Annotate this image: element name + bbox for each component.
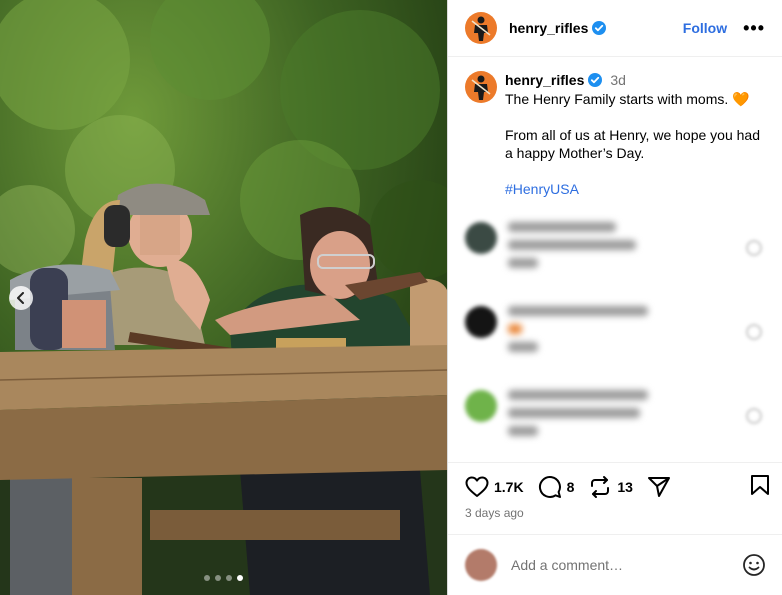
comment-blurred-text (508, 390, 648, 444)
hashtag-link[interactable]: #HenryUSA (505, 180, 770, 198)
comment-blurred-text (508, 222, 636, 276)
share-button[interactable] (647, 475, 671, 499)
repost-count: 13 (617, 479, 633, 495)
list-item (465, 218, 770, 302)
caption-time: 3d (610, 72, 626, 88)
chevron-left-icon (17, 292, 24, 304)
post-header: henry_rifles Follow ••• (448, 0, 782, 57)
caption-username[interactable]: henry_rifles (505, 71, 584, 89)
save-button[interactable] (750, 474, 770, 501)
carousel-dot (215, 575, 221, 581)
verified-badge-icon (592, 21, 607, 35)
post-timestamp[interactable]: 3 days ago (465, 506, 524, 520)
comment-input[interactable] (511, 557, 721, 573)
comment-bubble-icon (538, 476, 561, 498)
comment-like-icon[interactable] (746, 324, 762, 340)
caption-avatar[interactable] (465, 71, 497, 103)
carousel-dot (204, 575, 210, 581)
heart-icon (465, 476, 489, 497)
caption-line-1: The Henry Family starts with moms. 🧡 (505, 91, 750, 107)
list-item (465, 302, 770, 386)
comment-avatar (465, 390, 497, 422)
add-comment-bar (448, 534, 782, 595)
more-options-button[interactable]: ••• (743, 19, 765, 37)
carousel-indicator (204, 575, 243, 581)
emoji-button[interactable] (742, 553, 766, 577)
comment-like-icon[interactable] (746, 240, 762, 256)
carousel-dot (226, 575, 232, 581)
henry-logo-icon (471, 75, 491, 100)
like-count: 1.7K (494, 479, 524, 495)
comment-avatar (465, 306, 497, 338)
emoji-smile-icon (743, 554, 765, 576)
comment-button[interactable]: 8 (538, 475, 575, 499)
current-user-avatar (465, 549, 497, 581)
carousel-prev-button[interactable] (9, 286, 33, 310)
verified-badge-icon (588, 73, 603, 87)
divider (448, 462, 782, 463)
post-photo-image (0, 0, 447, 595)
comment-avatar (465, 222, 497, 254)
carousel-dot-active (237, 575, 243, 581)
post-photo (0, 0, 447, 595)
follow-button[interactable]: Follow (683, 20, 727, 36)
henry-logo-icon (471, 16, 491, 41)
like-button[interactable]: 1.7K (465, 476, 524, 498)
post-side-panel: henry_rifles Follow ••• henry_rifles 3d … (447, 0, 782, 595)
repost-button[interactable]: 13 (588, 475, 633, 499)
bookmark-icon (751, 474, 769, 495)
comment-blurred-text (508, 306, 648, 360)
share-paper-plane-icon (647, 477, 670, 497)
post-caption: henry_rifles 3d The Henry Family starts … (465, 71, 770, 198)
profile-avatar[interactable] (465, 12, 497, 44)
comment-count: 8 (566, 479, 575, 495)
list-item (465, 386, 770, 470)
comments-list (465, 218, 770, 470)
caption-line-2: From all of us at Henry, we hope you had… (505, 127, 760, 161)
action-bar: 1.7K 8 13 (465, 474, 770, 500)
header-username[interactable]: henry_rifles (509, 20, 588, 36)
comment-like-icon[interactable] (746, 408, 762, 424)
repost-icon (591, 476, 610, 498)
